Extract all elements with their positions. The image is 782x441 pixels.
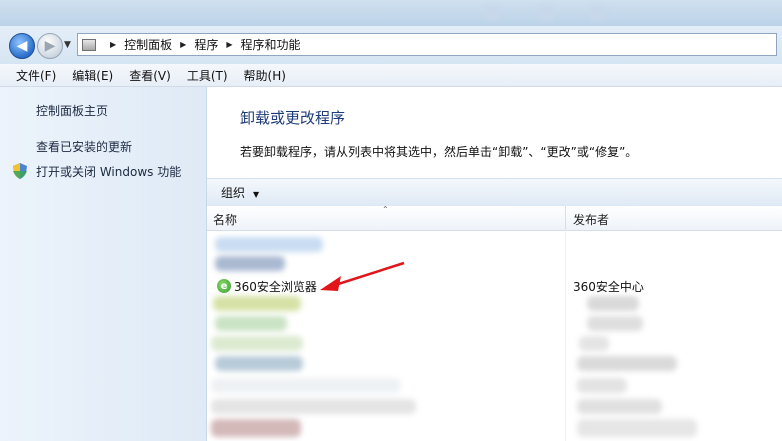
left-navigation-pane: 控制面板主页 查看已安装的更新 打开或关闭 Windows 功能 — [0, 87, 207, 441]
minimize-button[interactable] — [484, 6, 500, 20]
chevron-down-icon[interactable]: ▼ — [64, 40, 71, 50]
windows-features-link[interactable]: 打开或关闭 Windows 功能 — [36, 163, 181, 180]
breadcrumb-programs[interactable]: 程序 — [194, 36, 218, 53]
menu-help[interactable]: 帮助(H) — [236, 67, 294, 84]
breadcrumb-programs-features[interactable]: 程序和功能 — [241, 36, 301, 53]
menu-bar: 文件(F) 编辑(E) 查看(V) 工具(T) 帮助(H) — [0, 64, 782, 87]
maximize-button[interactable] — [539, 6, 555, 20]
close-button[interactable] — [590, 6, 606, 20]
chevron-right-icon[interactable]: ▶ — [226, 40, 232, 49]
window-title-bar — [0, 0, 782, 26]
shield-icon — [13, 163, 27, 179]
menu-edit[interactable]: 编辑(E) — [64, 67, 121, 84]
back-button[interactable]: ◀ — [9, 33, 35, 59]
menu-tools[interactable]: 工具(T) — [179, 67, 236, 84]
menu-view[interactable]: 查看(V) — [121, 67, 179, 84]
red-arrow-annotation — [320, 261, 405, 291]
view-installed-updates-link[interactable]: 查看已安装的更新 — [36, 138, 132, 155]
address-bar[interactable]: ▶ 控制面板 ▶ 程序 ▶ 程序和功能 — [77, 33, 777, 56]
main-content: 卸载或更改程序 若要卸载程序，请从列表中将其选中，然后单击“卸载”、“更改”或“… — [207, 87, 782, 441]
forward-button[interactable]: ▶ — [37, 33, 63, 59]
menu-file[interactable]: 文件(F) — [0, 67, 64, 84]
chevron-right-icon[interactable]: ▶ — [110, 40, 116, 49]
control-panel-icon — [82, 38, 96, 51]
breadcrumb-control-panel[interactable]: 控制面板 — [124, 36, 172, 53]
chevron-right-icon[interactable]: ▶ — [180, 40, 186, 49]
address-row: ◀ ▶ ▼ ▶ 控制面板 ▶ 程序 ▶ 程序和功能 — [0, 26, 782, 65]
control-panel-home-link[interactable]: 控制面板主页 — [36, 102, 108, 119]
